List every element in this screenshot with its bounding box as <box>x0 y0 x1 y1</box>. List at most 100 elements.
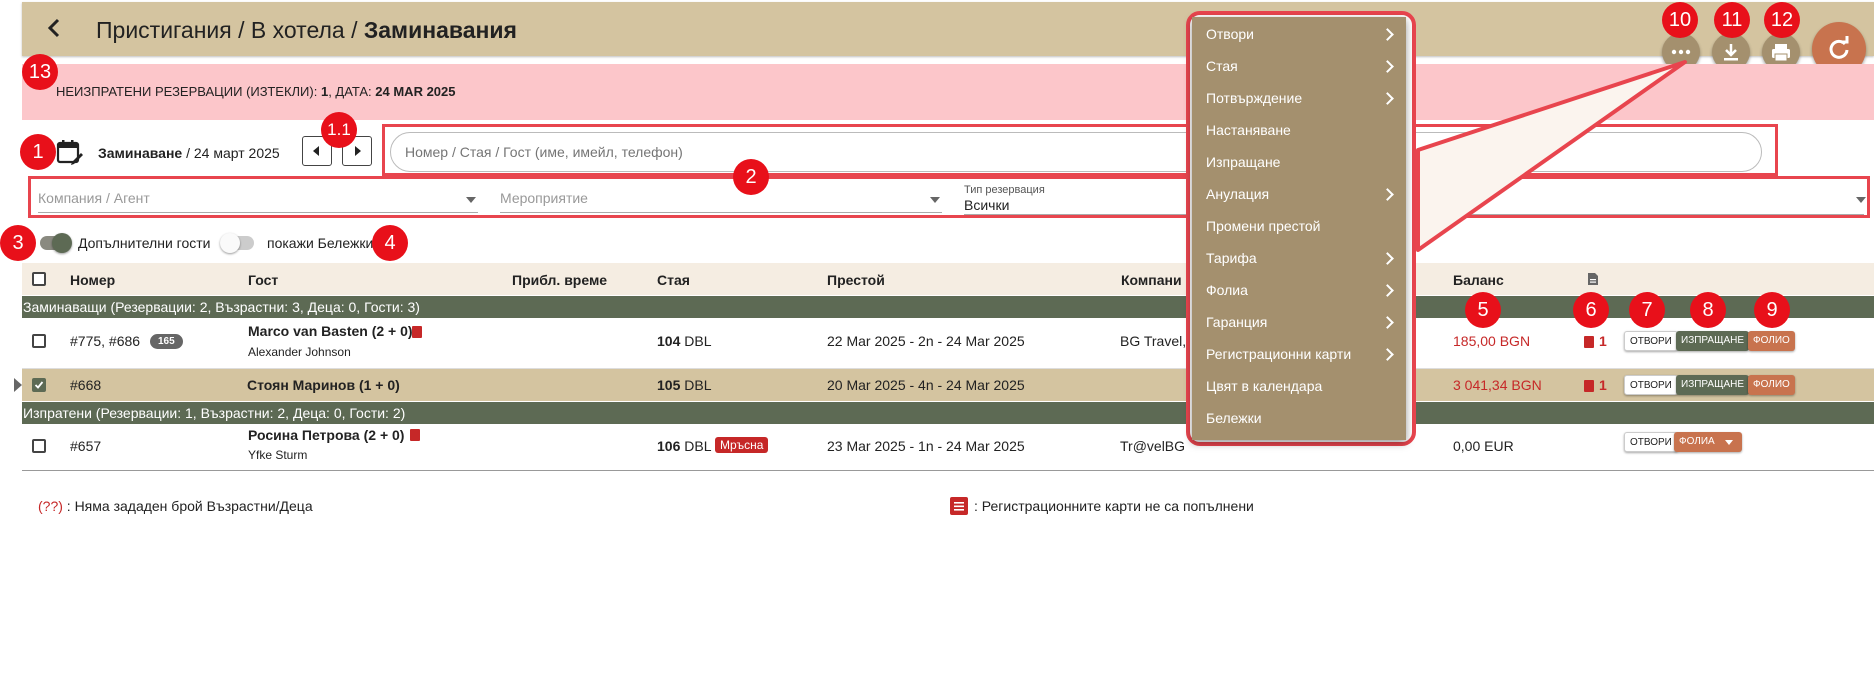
chevron-right-icon <box>1381 92 1394 105</box>
reservation-number[interactable]: #668 <box>70 377 101 393</box>
back-arrow-icon[interactable] <box>40 14 68 42</box>
menu-item-check-in[interactable]: Настаняване <box>1206 122 1291 138</box>
menu-item-check-out[interactable]: Изпращане <box>1206 154 1280 170</box>
current-date: / 24 март 2025 <box>182 145 280 161</box>
company: Tr@velBG <box>1120 438 1186 454</box>
menu-item-notes[interactable]: Бележки <box>1206 410 1262 426</box>
group-label: Заминаващи (Резервации: 2, Възрастни: 3,… <box>23 299 420 315</box>
annotation-6: 6 <box>1573 292 1609 328</box>
event-filter[interactable]: Мероприятие <box>500 190 588 206</box>
room-type: DBL <box>680 333 712 349</box>
chevron-down-icon[interactable] <box>930 197 940 203</box>
open-button[interactable]: ОТВОРИ <box>1624 375 1678 395</box>
checkout-button[interactable]: ИЗПРАЩАНЕ <box>1676 375 1750 395</box>
reservation-type-select[interactable]: Всички <box>964 197 1009 213</box>
menu-item-registration-cards[interactable]: Регистрационни карти <box>1206 346 1351 362</box>
annotation-2: 2 <box>733 159 769 195</box>
menu-item-confirmation[interactable]: Потвърждение <box>1206 90 1302 106</box>
group-label: Изпратени (Резервации: 1, Възрастни: 2, … <box>23 405 406 421</box>
breadcrumb-arrivals[interactable]: Пристигания <box>96 17 232 43</box>
documents-icon <box>1587 272 1599 291</box>
show-notes-toggle-knob[interactable] <box>220 233 240 253</box>
chevron-right-icon <box>1381 284 1394 297</box>
annotation-1: 1 <box>20 134 56 170</box>
open-button[interactable]: ОТВОРИ <box>1624 432 1678 452</box>
menu-item-open[interactable]: Отвори <box>1206 26 1254 42</box>
company-agent-filter[interactable]: Компания / Агент <box>38 190 150 206</box>
col-number[interactable]: Номер <box>70 272 115 288</box>
row-checkbox[interactable] <box>32 334 46 348</box>
stay-dates: 20 Mar 2025 - 4n - 24 Mar 2025 <box>827 377 1025 393</box>
date-type-label: Заминаване <box>98 145 183 161</box>
folio-button[interactable]: ФОЛИО <box>1748 331 1795 351</box>
legend-text: : Няма зададен брой Възрастни/Деца <box>62 498 313 514</box>
room: 106 DBL <box>657 438 711 454</box>
chevron-down-icon[interactable] <box>466 197 476 203</box>
col-stay[interactable]: Престой <box>827 272 885 288</box>
alert-mid: , ДАТА: <box>328 84 376 99</box>
guest-name[interactable]: Росина Петрова (2 + 0) <box>248 427 404 443</box>
annotation-4: 4 <box>372 225 408 261</box>
guest-secondary: Yfke Sturm <box>248 448 308 462</box>
menu-item-room[interactable]: Стая <box>1206 58 1238 74</box>
room-number: 104 <box>657 333 681 349</box>
col-balance[interactable]: Баланс <box>1453 272 1504 288</box>
chevron-down-icon[interactable] <box>1856 197 1866 203</box>
folios-label: ФОЛИА <box>1679 436 1715 447</box>
folio-button[interactable]: ФОЛИО <box>1748 375 1795 395</box>
col-guest[interactable]: Гост <box>248 272 278 288</box>
document-icon <box>1584 336 1594 348</box>
reservation-number[interactable]: #775, #686 <box>70 333 140 349</box>
balance: 0,00 EUR <box>1453 438 1514 454</box>
select-all-checkbox[interactable] <box>32 272 46 286</box>
row-checkbox[interactable] <box>32 439 46 453</box>
checkout-button[interactable]: ИЗПРАЩАНЕ <box>1676 331 1750 351</box>
annotation-3: 3 <box>0 225 36 261</box>
check-icon <box>34 381 44 389</box>
event-filter-underline <box>500 212 942 213</box>
calendar-edit-icon[interactable] <box>56 138 84 166</box>
annotation-5: 5 <box>1465 292 1501 328</box>
guest-name[interactable]: Стоян Маринов (1 + 0) <box>247 377 400 393</box>
guest-name[interactable]: Marco van Basten (2 + 0) <box>248 323 413 339</box>
group-count-badge: 165 <box>150 334 183 349</box>
menu-item-calendar-color[interactable]: Цвят в календара <box>1206 378 1322 394</box>
guest-secondary: Alexander Johnson <box>248 345 351 359</box>
context-menu: Отвори Стая Потвърждение Настаняване Изп… <box>1192 17 1406 440</box>
open-button[interactable]: ОТВОРИ <box>1624 331 1678 351</box>
row-checkbox[interactable] <box>32 378 46 392</box>
col-approx-time[interactable]: Прибл. време <box>512 272 607 288</box>
documents-count[interactable]: 1 <box>1599 377 1607 393</box>
row-selected-indicator <box>14 378 22 392</box>
stay-dates: 22 Mar 2025 - 2n - 24 Mar 2025 <box>827 333 1025 349</box>
stay-dates: 23 Mar 2025 - 1n - 24 Mar 2025 <box>827 438 1025 454</box>
breadcrumb-in-hotel[interactable]: В хотела <box>251 17 345 43</box>
annotation-10: 10 <box>1662 2 1698 38</box>
menu-item-rate[interactable]: Тарифа <box>1206 250 1257 266</box>
col-company[interactable]: Компани <box>1121 272 1182 288</box>
menu-item-change-stay[interactable]: Промени престой <box>1206 218 1321 234</box>
annotation-13: 13 <box>22 54 58 90</box>
legend-missing-counts: (??) : Няма зададен брой Възрастни/Деца <box>38 498 313 514</box>
annotation-1-1: 1.1 <box>321 112 357 148</box>
callout-pointer <box>1416 60 1687 252</box>
reservation-number[interactable]: #657 <box>70 438 101 454</box>
room-number: 105 <box>657 377 681 393</box>
company: BG Travel, <box>1120 333 1187 349</box>
chevron-down-icon <box>1725 440 1733 445</box>
folios-dropdown-button[interactable]: ФОЛИА <box>1674 432 1742 452</box>
menu-item-folios[interactable]: Фолиа <box>1206 282 1248 298</box>
menu-item-guarantee[interactable]: Гаранция <box>1206 314 1267 330</box>
annotation-9: 9 <box>1754 292 1790 328</box>
document-icon <box>1584 380 1594 392</box>
chevron-right-icon <box>1381 348 1394 361</box>
balance: 185,00 BGN <box>1453 333 1531 349</box>
col-room[interactable]: Стая <box>657 272 690 288</box>
menu-item-cancellation[interactable]: Анулация <box>1206 186 1269 202</box>
extra-guests-toggle-knob[interactable] <box>52 233 72 253</box>
room: 104 DBL <box>657 333 711 349</box>
chevron-right-icon <box>1381 316 1394 329</box>
chevron-right-icon <box>1381 60 1394 73</box>
room: 105 DBL <box>657 377 711 393</box>
documents-count[interactable]: 1 <box>1599 333 1607 349</box>
